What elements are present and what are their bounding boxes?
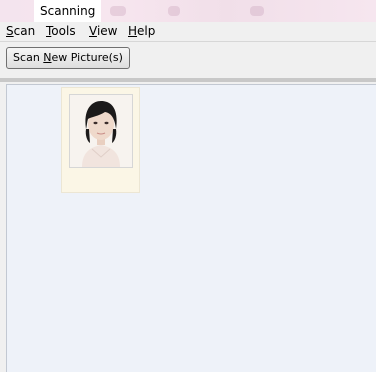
title-bar: Scanning bbox=[0, 0, 376, 22]
menu-tools-label-rest: ools bbox=[51, 24, 76, 38]
menu-view-mnemonic: V bbox=[89, 24, 97, 38]
menu-help-label-rest: elp bbox=[137, 24, 156, 38]
scan-button-label-suffix: ew Picture(s) bbox=[51, 51, 123, 64]
scan-new-pictures-button[interactable]: Scan New Picture(s) bbox=[6, 47, 130, 69]
menu-view[interactable]: View bbox=[89, 24, 117, 38]
menu-bar: Scan Tools View Help bbox=[0, 22, 376, 42]
title-bar-decoration bbox=[110, 6, 126, 16]
menu-help-mnemonic: H bbox=[128, 24, 138, 38]
portrait-photo bbox=[69, 94, 133, 168]
menu-view-label-rest: iew bbox=[96, 24, 118, 38]
toolbar-divider bbox=[0, 78, 376, 82]
title-bar-decoration bbox=[168, 6, 180, 16]
portrait-image bbox=[70, 95, 132, 167]
menu-scan-label-rest: can bbox=[13, 24, 36, 38]
menu-scan-mnemonic: S bbox=[6, 24, 14, 38]
menu-tools[interactable]: Tools bbox=[46, 24, 76, 38]
menu-scan[interactable]: Scan bbox=[6, 24, 35, 38]
scanned-photo-thumbnail[interactable] bbox=[61, 87, 140, 193]
scan-button-label-prefix: Scan bbox=[13, 51, 44, 64]
scanned-items-area[interactable] bbox=[6, 84, 376, 372]
window-title: Scanning bbox=[34, 0, 102, 22]
menu-help[interactable]: Help bbox=[128, 24, 155, 38]
toolbar: Scan New Picture(s) bbox=[0, 42, 376, 76]
scan-button-mnemonic: N bbox=[43, 51, 52, 64]
title-bar-decoration bbox=[250, 6, 264, 16]
